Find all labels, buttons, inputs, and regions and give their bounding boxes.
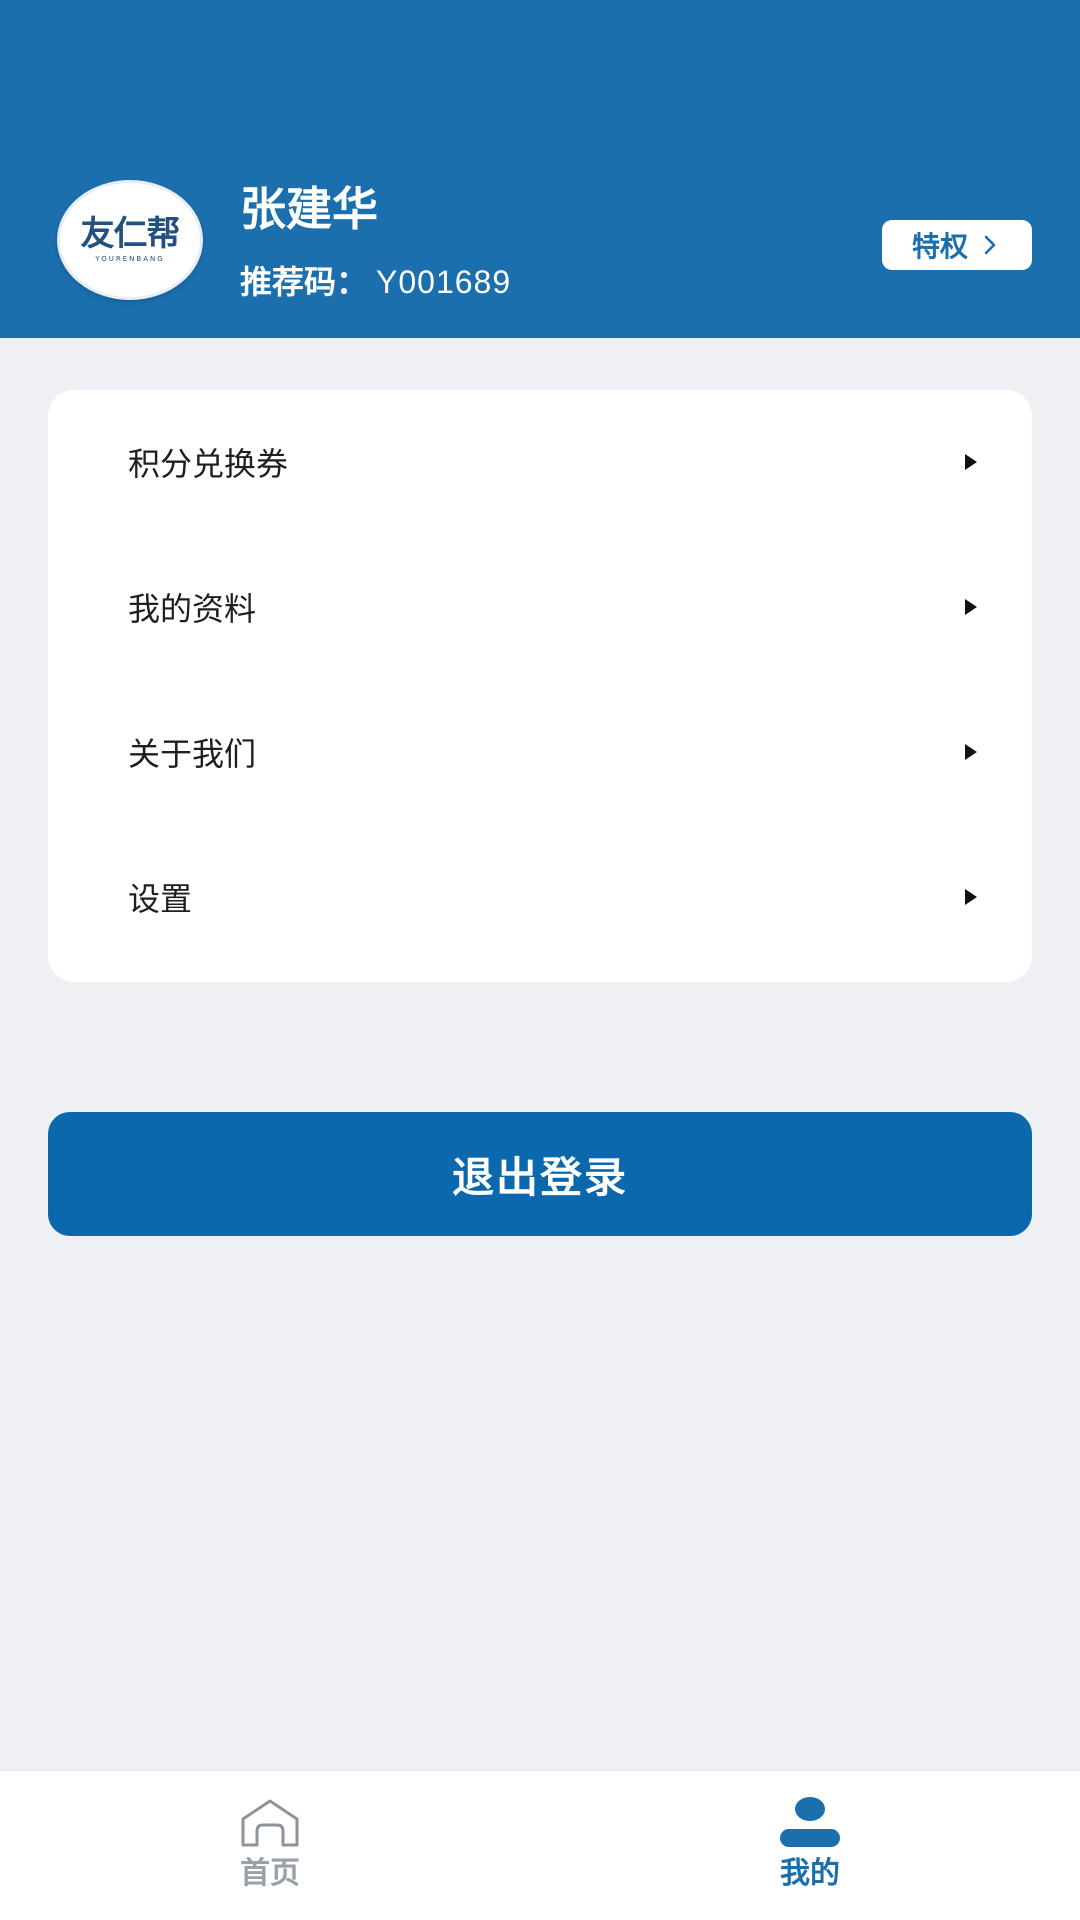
profile-header: 友仁帮 YOURENBANG 张建华 推荐码： Y001689 特权 bbox=[0, 0, 1080, 338]
nav-label-home: 首页 bbox=[240, 1856, 300, 1891]
caret-right-icon bbox=[965, 889, 977, 905]
profile-page: 友仁帮 YOURENBANG 张建华 推荐码： Y001689 特权 积分兑换券 … bbox=[0, 0, 1080, 1920]
caret-right-icon bbox=[965, 454, 977, 470]
menu-item-label: 关于我们 bbox=[128, 735, 257, 773]
person-icon bbox=[780, 1797, 840, 1847]
nav-item-mine[interactable]: 我的 bbox=[710, 1771, 910, 1920]
menu-item-points-voucher[interactable]: 积分兑换券 bbox=[48, 402, 1032, 522]
menu-item-settings[interactable]: 设置 bbox=[48, 837, 1032, 957]
menu-item-my-profile[interactable]: 我的资料 bbox=[48, 547, 1032, 667]
chevron-right-icon bbox=[984, 235, 996, 255]
menu-item-label: 积分兑换券 bbox=[128, 445, 289, 483]
logout-button[interactable]: 退出登录 bbox=[48, 1112, 1032, 1236]
referral-code: Y001689 bbox=[376, 264, 512, 300]
bottom-nav: 首页 我的 bbox=[0, 1770, 1080, 1920]
nav-label-mine: 我的 bbox=[780, 1856, 840, 1891]
privilege-button[interactable]: 特权 bbox=[882, 220, 1032, 270]
referral-row: 推荐码： Y001689 bbox=[240, 266, 511, 298]
menu-card: 积分兑换券 我的资料 关于我们 设置 bbox=[48, 390, 1032, 982]
privilege-label: 特权 bbox=[911, 230, 968, 263]
avatar[interactable]: 友仁帮 YOURENBANG bbox=[57, 180, 203, 300]
menu-item-label: 设置 bbox=[128, 880, 193, 918]
user-name: 张建华 bbox=[240, 182, 378, 236]
referral-label: 推荐码： bbox=[240, 263, 369, 301]
menu-item-about-us[interactable]: 关于我们 bbox=[48, 692, 1032, 812]
menu-item-label: 我的资料 bbox=[128, 590, 257, 628]
caret-right-icon bbox=[965, 599, 977, 615]
brand-logo-subtext: YOURENBANG bbox=[95, 255, 165, 263]
nav-item-home[interactable]: 首页 bbox=[170, 1771, 370, 1920]
caret-right-icon bbox=[965, 744, 977, 760]
home-icon bbox=[241, 1799, 299, 1847]
brand-logo: 友仁帮 bbox=[80, 214, 181, 254]
